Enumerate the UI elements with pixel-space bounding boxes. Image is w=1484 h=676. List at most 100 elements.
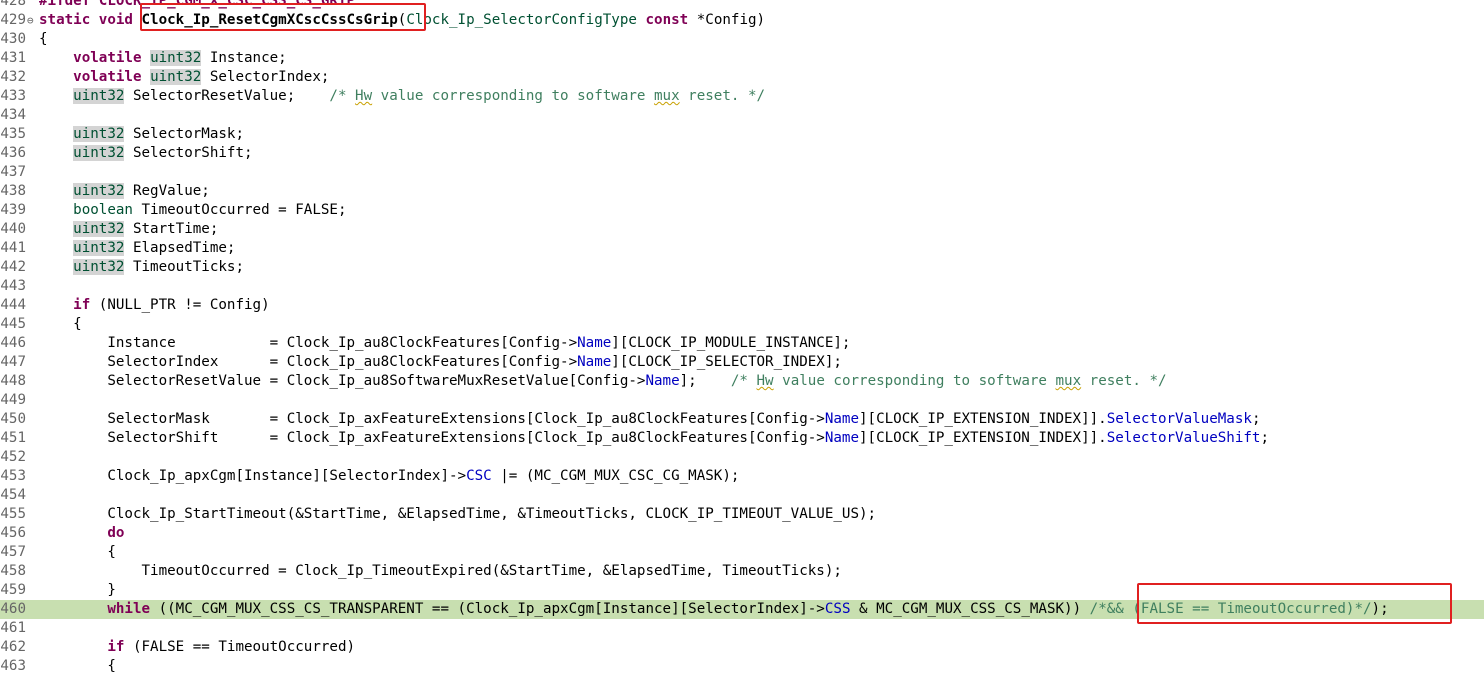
line-number: 435	[0, 126, 26, 142]
code-token: ;	[1260, 430, 1270, 446]
code-line[interactable]: 449	[0, 391, 1484, 410]
code-line[interactable]: 451 SelectorShift = Clock_Ip_axFeatureEx…	[0, 429, 1484, 448]
code-line[interactable]: 456 do	[0, 524, 1484, 543]
code-text: static void Clock_Ip_ResetCgmXCscCssCsGr…	[39, 11, 765, 30]
code-line[interactable]: 454	[0, 486, 1484, 505]
code-text: SelectorShift = Clock_Ip_axFeatureExtens…	[39, 429, 1269, 448]
code-line[interactable]: 432 volatile uint32 SelectorIndex;	[0, 68, 1484, 87]
code-token: TimeoutTicks;	[124, 259, 245, 275]
code-line[interactable]: 442 uint32 TimeoutTicks;	[0, 258, 1484, 277]
code-text: uint32 SelectorMask;	[39, 125, 244, 144]
code-line[interactable]: 434	[0, 106, 1484, 125]
code-line[interactable]: 445 {	[0, 315, 1484, 334]
code-line[interactable]: 444 if (NULL_PTR != Config)	[0, 296, 1484, 315]
code-text: }	[39, 581, 116, 600]
code-line[interactable]: 458 TimeoutOccurred = Clock_Ip_TimeoutEx…	[0, 562, 1484, 581]
code-line[interactable]: 441 uint32 ElapsedTime;	[0, 239, 1484, 258]
code-line[interactable]: 462 if (FALSE == TimeoutOccurred)	[0, 638, 1484, 657]
code-line[interactable]: 453 Clock_Ip_apxCgm[Instance][SelectorIn…	[0, 467, 1484, 486]
code-line[interactable]: 461	[0, 619, 1484, 638]
code-token: ElapsedTime;	[124, 240, 236, 256]
code-token: ];	[679, 373, 731, 389]
line-number: 452	[0, 449, 26, 465]
line-number: 429	[0, 12, 26, 28]
code-line[interactable]: 429 ⊖ static void Clock_Ip_ResetCgmXCscCss…	[0, 11, 1484, 30]
code-line[interactable]: 430 {	[0, 30, 1484, 49]
code-token: reset. */	[1081, 373, 1167, 389]
line-number: 447	[0, 354, 26, 370]
code-token: /*	[329, 88, 356, 104]
line-number: 445	[0, 316, 26, 332]
code-line[interactable]: 431 volatile uint32 Instance;	[0, 49, 1484, 68]
code-line[interactable]: 446 Instance = Clock_Ip_au8ClockFeatures…	[0, 334, 1484, 353]
code-line[interactable]: 435 uint32 SelectorMask;	[0, 125, 1484, 144]
code-text: do	[39, 524, 124, 543]
code-line[interactable]: 428 #ifdef CLOCK_IP_CGM_X_CSC_CSS_CS_GRIP	[0, 0, 1484, 11]
line-number: 454	[0, 487, 26, 503]
code-token: ][CLOCK_IP_EXTENSION_INDEX]].	[859, 411, 1107, 427]
code-token: Name	[824, 411, 859, 427]
fold-collapse-icon[interactable]: ⊖	[27, 11, 34, 30]
code-line[interactable]: 440 uint32 StartTime;	[0, 220, 1484, 239]
code-text: uint32 ElapsedTime;	[39, 239, 235, 258]
code-text: volatile uint32 Instance;	[39, 49, 287, 68]
code-editor[interactable]: 428 #ifdef CLOCK_IP_CGM_X_CSC_CSS_CS_GRIP…	[0, 0, 1484, 676]
line-number: 430	[0, 31, 26, 47]
code-text: uint32 SelectorShift;	[39, 144, 253, 163]
code-text: uint32 SelectorResetValue; /* Hw value c…	[39, 87, 765, 106]
code-line[interactable]: 436 uint32 SelectorShift;	[0, 144, 1484, 163]
code-line[interactable]: 457 {	[0, 543, 1484, 562]
code-text: SelectorResetValue = Clock_Ip_au8Softwar…	[39, 372, 1167, 391]
code-token: ][CLOCK_IP_SELECTOR_INDEX];	[611, 354, 842, 370]
line-number: 439	[0, 202, 26, 218]
line-number: 442	[0, 259, 26, 275]
code-token: Instance = Clock_Ip_au8ClockFeatures[Con…	[39, 335, 578, 351]
line-number: 431	[0, 50, 26, 66]
code-token: while	[107, 601, 151, 617]
code-text: {	[39, 315, 82, 334]
code-token: TimeoutOccurred = Clock_Ip_TimeoutExpire…	[39, 563, 842, 579]
code-line[interactable]: 437	[0, 163, 1484, 182]
code-text: if (NULL_PTR != Config)	[39, 296, 270, 315]
code-text: uint32 RegValue;	[39, 182, 210, 201]
code-line[interactable]: 438 uint32 RegValue;	[0, 182, 1484, 201]
line-number: 458	[0, 563, 26, 579]
code-token: value corresponding to software	[773, 373, 1056, 389]
code-token: do	[107, 525, 125, 541]
code-token: {	[39, 544, 116, 560]
code-token: TimeoutOccurred = FALSE;	[132, 202, 347, 218]
code-text: {	[39, 657, 116, 676]
code-line[interactable]: 460 while ((MC_CGM_MUX_CSS_CS_TRANSPAREN…	[0, 600, 1484, 619]
code-token: SelectorIndex = Clock_Ip_au8ClockFeature…	[39, 354, 578, 370]
code-line[interactable]: 443	[0, 277, 1484, 296]
code-line[interactable]: 463 {	[0, 657, 1484, 676]
code-line[interactable]: 459 }	[0, 581, 1484, 600]
code-token: /*&& (FALSE == TimeoutOccurred)*/	[1089, 601, 1372, 617]
code-line[interactable]: 452	[0, 448, 1484, 467]
code-text: #ifdef CLOCK_IP_CGM_X_CSC_CSS_CS_GRIP	[39, 0, 355, 11]
code-text: while ((MC_CGM_MUX_CSS_CS_TRANSPARENT ==…	[39, 600, 1388, 619]
code-token: uint32	[73, 126, 125, 142]
code-token: Name	[824, 430, 859, 446]
code-token: CSC	[466, 468, 492, 484]
code-token: volatile	[73, 50, 142, 66]
line-number: 448	[0, 373, 26, 389]
code-token: CSS	[824, 601, 851, 617]
code-line[interactable]: 433 uint32 SelectorResetValue; /* Hw val…	[0, 87, 1484, 106]
code-token: (NULL_PTR != Config)	[90, 297, 270, 313]
line-number: 460	[0, 601, 26, 617]
code-line[interactable]: 448 SelectorResetValue = Clock_Ip_au8Sof…	[0, 372, 1484, 391]
code-line[interactable]: 439 boolean TimeoutOccurred = FALSE;	[0, 201, 1484, 220]
code-text: Instance = Clock_Ip_au8ClockFeatures[Con…	[39, 334, 850, 353]
code-token: uint32	[73, 88, 125, 104]
code-token: }	[39, 582, 116, 598]
code-token: SelectorShift = Clock_Ip_axFeatureExtens…	[39, 430, 825, 446]
code-line[interactable]: 447 SelectorIndex = Clock_Ip_au8ClockFea…	[0, 353, 1484, 372]
code-line[interactable]: 455 Clock_Ip_StartTimeout(&StartTime, &E…	[0, 505, 1484, 524]
code-line[interactable]: 450 SelectorMask = Clock_Ip_axFeatureExt…	[0, 410, 1484, 429]
